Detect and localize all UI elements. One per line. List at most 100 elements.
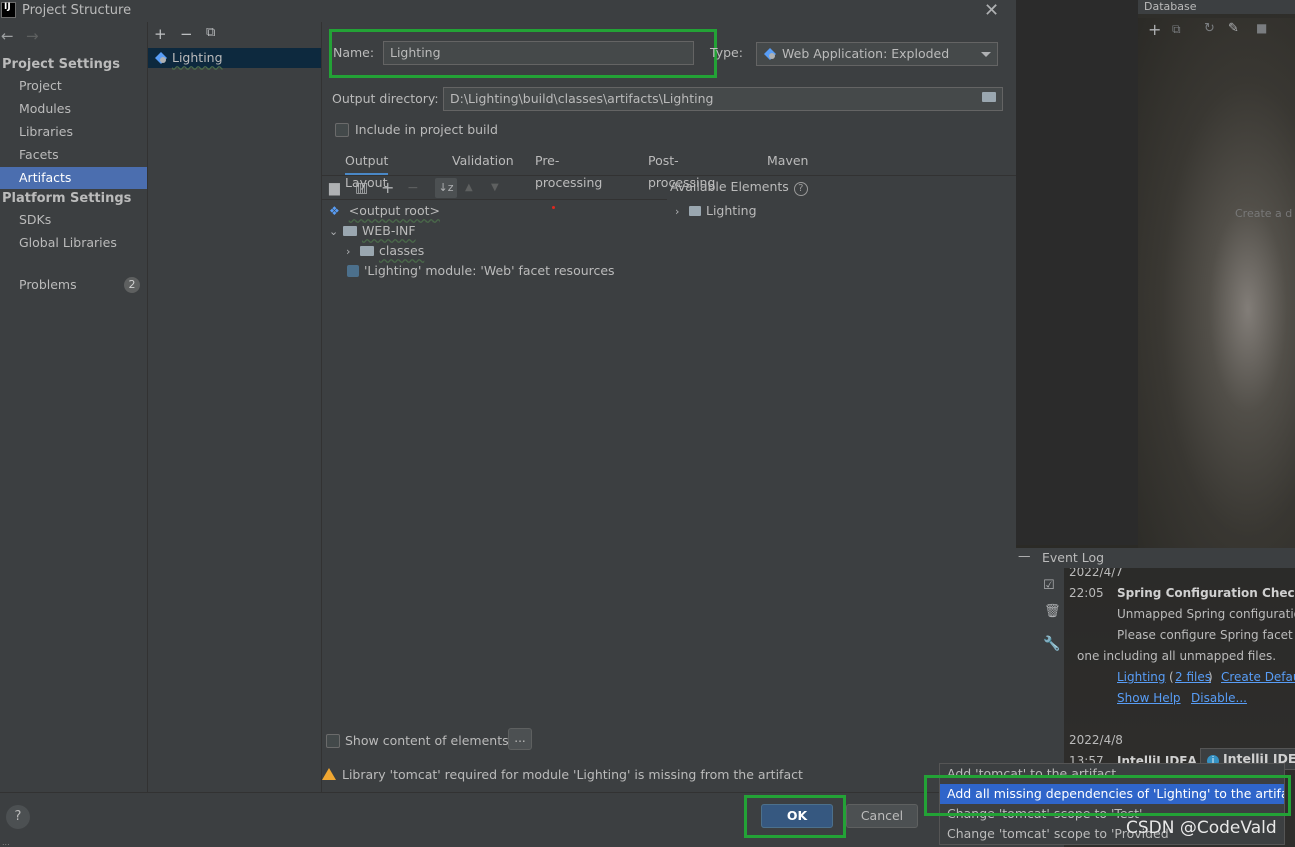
ok-button[interactable]: OK [761, 804, 833, 828]
event-time: 22:05 [1069, 586, 1104, 600]
artifact-name: Lighting [172, 50, 223, 65]
artifact-list-item[interactable]: Lighting [148, 48, 321, 68]
database-panel-title: Database [1138, 0, 1295, 14]
event-date: 2022/4/7 [1069, 568, 1123, 579]
minimize-icon[interactable]: — [1018, 548, 1031, 563]
cancel-button[interactable]: Cancel [846, 804, 918, 828]
tree-node-web-inf[interactable]: ⌄ WEB-INF [329, 221, 416, 241]
copy-artifact-icon[interactable]: ⧉ [206, 25, 215, 40]
event-log-header: — Event Log [1016, 548, 1295, 568]
stop-icon[interactable]: ■ [1256, 21, 1267, 35]
type-value: Web Application: Exploded [782, 46, 950, 61]
artifact-editor: Name: Lighting Type: Web Application: Ex… [322, 22, 1016, 792]
nav-item-problems[interactable]: Problems 2 [0, 274, 147, 296]
copy-icon[interactable]: ⧉ [1172, 22, 1181, 37]
nav-item-sdks[interactable]: SDKs [0, 209, 147, 231]
add-copy-icon[interactable]: + [381, 178, 394, 197]
artifact-list-panel: + − ⧉ Lighting [148, 22, 321, 792]
nav-item-project[interactable]: Project [0, 75, 147, 97]
back-arrow-icon[interactable]: ← [1, 27, 14, 45]
nav-item-facets[interactable]: Facets [0, 144, 147, 166]
move-up-icon[interactable]: ▲ [465, 182, 473, 193]
event-line: Please configure Spring facet o [1117, 628, 1295, 642]
event-link-lighting[interactable]: Lighting [1117, 670, 1166, 684]
nav-item-modules[interactable]: Modules [0, 98, 147, 120]
dialog-button-bar: ? OK Cancel [0, 792, 1016, 838]
content-options-button[interactable]: ... [508, 728, 532, 750]
show-content-label: Show content of elements [345, 733, 509, 748]
add-artifact-icon[interactable]: + [154, 25, 167, 43]
forward-arrow-icon[interactable]: → [26, 27, 39, 45]
help-button[interactable]: ? [6, 805, 30, 829]
wallpaper-image [1138, 18, 1295, 548]
tree-node-web-facet-resources[interactable]: 'Lighting' module: 'Web' facet resources [347, 261, 615, 281]
folder-icon[interactable] [982, 92, 996, 102]
highlight-name-box [329, 29, 717, 78]
tab-output-layout[interactable]: Output Layout [345, 150, 389, 190]
move-down-icon[interactable]: ▼ [491, 182, 499, 193]
dialog-titlebar: IJ Project Structure ✕ [0, 0, 1016, 22]
event-log-title: Event Log [1042, 550, 1105, 565]
web-artifact-icon [764, 48, 776, 60]
event-link-disable[interactable]: Disable... [1191, 691, 1247, 705]
include-in-build-label: Include in project build [355, 122, 498, 137]
module-folder-icon [689, 206, 701, 216]
event-link-show-help[interactable]: Show Help [1117, 691, 1181, 705]
tree-node-label: <output root> [348, 203, 440, 218]
event-link-files[interactable]: 2 files [1175, 670, 1211, 684]
help-icon[interactable]: ? [793, 182, 808, 196]
mark-read-icon[interactable]: ☑ [1043, 578, 1055, 593]
divider [322, 175, 1016, 176]
include-in-build-checkbox[interactable] [335, 123, 349, 137]
nav-item-artifacts[interactable]: Artifacts [0, 167, 147, 189]
output-directory-label: Output directory: [332, 91, 439, 106]
remove-icon[interactable]: − [407, 180, 419, 196]
tab-pre-processing[interactable]: Pre-processing [535, 150, 602, 190]
refresh-icon[interactable]: ↻ [1204, 21, 1215, 36]
nav-item-libraries[interactable]: Libraries [0, 121, 147, 143]
event-paren: ) [1208, 670, 1213, 684]
status-bar: ... [0, 838, 1016, 847]
database-empty-hint: Create a d [1235, 207, 1293, 220]
chevron-down-icon[interactable]: ⌄ [329, 222, 343, 242]
close-icon[interactable]: ✕ [984, 0, 999, 21]
sort-alphabetically-icon[interactable]: ↓z [435, 178, 457, 198]
chevron-right-icon[interactable]: › [346, 242, 360, 262]
error-dot [552, 206, 555, 209]
event-link-create-default[interactable]: Create Defau [1221, 670, 1295, 684]
editor-area [1016, 0, 1138, 545]
new-folder-icon[interactable]: ▆ [329, 180, 340, 196]
trash-icon[interactable]: 🗑 [1044, 604, 1061, 619]
tab-post-processing[interactable]: Post-processing [648, 150, 715, 190]
chevron-down-icon [981, 52, 991, 57]
available-elements-label: Available Elements [670, 179, 789, 194]
intellij-logo-icon: IJ [1, 2, 16, 18]
tree-node-output-root[interactable]: ❖ <output root> [329, 201, 440, 221]
warning-icon [322, 768, 336, 780]
problems-count-badge: 2 [124, 277, 140, 293]
archive-icon[interactable]: ▥ [355, 180, 368, 196]
event-title: Spring Configuration Check [1117, 586, 1295, 600]
show-content-checkbox[interactable] [326, 734, 340, 748]
layout-toolbar: ▆ ▥ + − ↓z ▲ ▼ [322, 177, 662, 199]
folder-icon [343, 226, 357, 236]
output-root-icon: ❖ [329, 204, 340, 218]
event-line: Unmapped Spring configuratio [1117, 607, 1295, 621]
tab-validation[interactable]: Validation [452, 150, 514, 176]
add-icon[interactable]: + [1148, 20, 1161, 39]
nav-item-global-libraries[interactable]: Global Libraries [0, 232, 147, 254]
project-settings-header: Project Settings [2, 57, 120, 72]
chevron-right-icon[interactable]: › [675, 202, 689, 222]
wrench-icon[interactable]: 🔧 [1043, 636, 1060, 652]
schema-icon[interactable]: ✎ [1228, 21, 1239, 36]
type-select[interactable]: Web Application: Exploded [756, 42, 998, 66]
tree-node-label: WEB-INF [362, 223, 416, 238]
web-resource-icon [347, 265, 359, 277]
remove-artifact-icon[interactable]: − [180, 25, 193, 43]
tab-maven[interactable]: Maven [767, 150, 808, 176]
available-element-lighting[interactable]: › Lighting [675, 201, 757, 221]
problems-label: Problems [19, 277, 77, 292]
tree-node-classes[interactable]: › classes [346, 241, 424, 261]
folder-icon [360, 246, 374, 256]
output-directory-input[interactable]: D:\Lighting\build\classes\artifacts\Ligh… [443, 87, 1003, 111]
